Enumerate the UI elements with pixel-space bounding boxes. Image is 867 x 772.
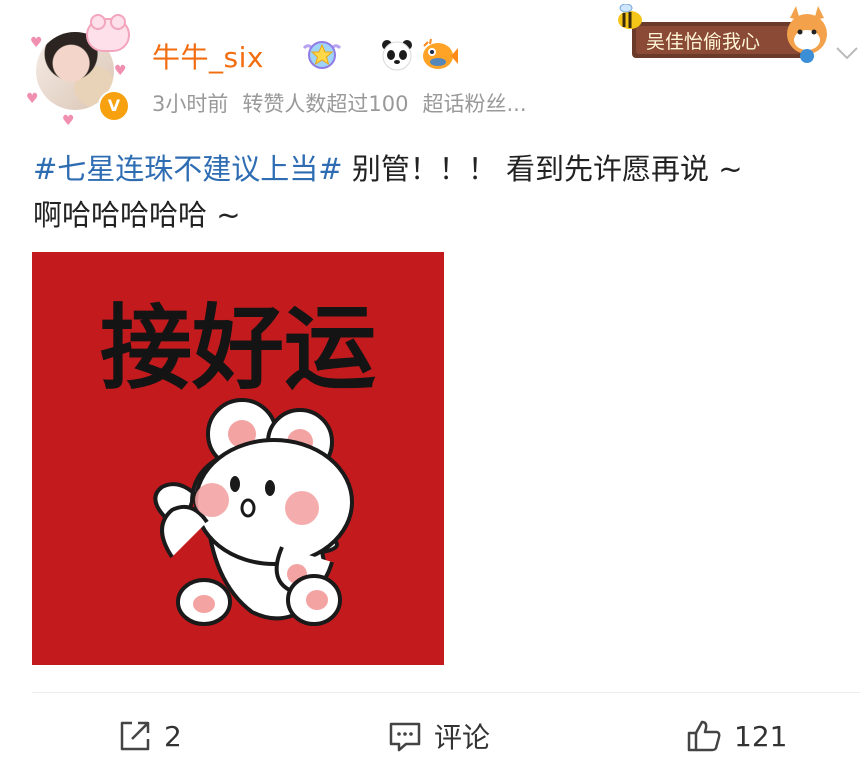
avatar-container[interactable]: ♥ ♥ ♥ ♥ V (26, 14, 132, 128)
image-caption: 接好运 (100, 295, 376, 402)
post-time: 3小时前 (152, 92, 229, 116)
post-text-line2: 啊哈哈哈哈哈 ~ (33, 198, 241, 232)
repost-count: 2 (164, 719, 182, 753)
follow-sticker[interactable]: 吴佳怡偷我心 (612, 4, 832, 68)
pufferfish-icon (423, 38, 458, 69)
repost-note: 转赞人数超过100 (242, 92, 409, 116)
comment-icon (389, 722, 421, 752)
chevron-down-icon[interactable] (834, 44, 860, 62)
heart-icon: ♥ (30, 35, 43, 51)
heart-icon: ♥ (62, 113, 75, 129)
like-count: 121 (734, 719, 788, 753)
verified-badge: V (98, 90, 130, 122)
sticker-text: 吴佳怡偷我心 (646, 31, 760, 53)
post-body: #七星连珠不建议上当# 别管！！！ 看到先许愿再说 ~ 啊哈哈哈哈哈 ~ (33, 146, 853, 238)
panda-icon (382, 40, 412, 71)
comment-label: 评论 (434, 721, 491, 754)
heart-icon: ♥ (114, 63, 127, 79)
post-image[interactable]: 接好运 (32, 252, 444, 665)
topic-link[interactable]: #七星连珠不建议上当# (33, 152, 343, 186)
like-button[interactable]: 121 (686, 716, 787, 756)
bear-frame-icon (86, 14, 130, 52)
star-member-icon[interactable] (300, 38, 344, 72)
repost-button[interactable]: 2 (118, 716, 182, 756)
thumbs-up-icon (687, 720, 721, 752)
white-bear-icon (153, 398, 354, 626)
post-meta: 3小时前 转赞人数超过100 超话粉丝... (152, 88, 541, 118)
post-text-line1: 别管！！！ 看到先许愿再说 ~ (342, 152, 743, 186)
post-source[interactable]: 超话粉丝... (422, 92, 526, 116)
divider (32, 692, 860, 693)
repost-icon (120, 721, 150, 751)
bee-icon (618, 4, 642, 29)
heart-icon: ♥ (26, 91, 39, 107)
username[interactable]: 牛牛_six (152, 36, 264, 76)
comment-button[interactable]: 评论 (388, 716, 490, 756)
